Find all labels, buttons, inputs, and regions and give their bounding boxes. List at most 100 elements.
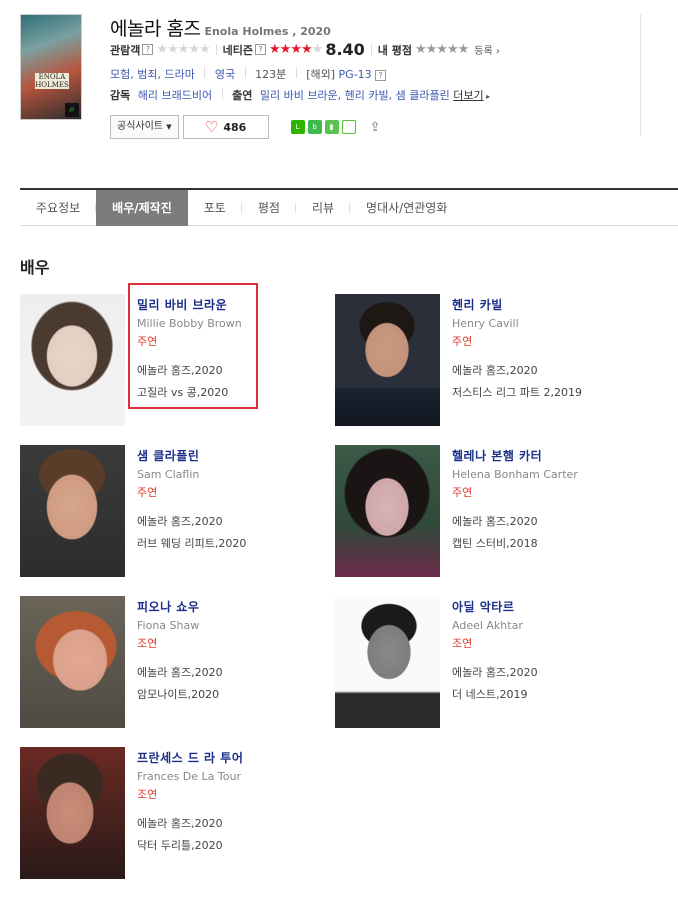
actor-role: 조연 [452,637,473,650]
zoom-icon[interactable]: ⌕ [65,103,79,117]
actor-role: 조연 [137,788,158,801]
band-share-icon[interactable]: b [307,120,322,134]
official-site-button[interactable]: 공식사이트 ▼ [110,115,179,139]
rating-row: 관람객 ? ★★★★★ 네티즌 ? ★★★★★ 8.40 내 평점 ★★★★★ … [110,40,500,59]
actor-name-en: Adeel Akhtar [452,619,523,632]
help-icon[interactable]: ? [142,44,154,55]
actor-name[interactable]: 아딜 악타르 [452,600,514,614]
divider [640,14,641,136]
actor-photo[interactable] [335,596,440,728]
filmography-item[interactable]: 에놀라 홈즈,2020 [137,666,317,679]
filmography-item[interactable]: 에놀라 홈즈,2020 [452,364,632,377]
actor-name[interactable]: 헬레나 본햄 카터 [452,449,542,463]
actor-card: 샘 클라플린 Sam Claflin 주연 에놀라 홈즈,2020 러브 웨딩 … [20,445,320,579]
genre-links[interactable]: 모험, 범죄, 드라마 [110,68,195,81]
age-rating-link[interactable]: PG-13 [339,68,372,81]
register-rating-link[interactable]: 등록 › [474,42,500,57]
tab-photo[interactable]: 포토 [188,190,242,226]
actor-name[interactable]: 피오나 쇼우 [137,600,199,614]
divider [204,67,206,78]
runtime: 123분 [255,68,287,81]
like-button[interactable]: ♡ 486 [182,115,269,139]
filmography-item[interactable]: 더 네스트,2019 [452,688,632,701]
audience-label: 관람객 [110,43,141,57]
movie-title[interactable]: 에놀라 홈즈 [110,18,201,40]
actor-card: 프란세스 드 라 투어 Frances De La Tour 조연 에놀라 홈즈… [20,747,320,881]
my-rating-label: 내 평점 [377,43,412,57]
actor-card: 아딜 악타르 Adeel Akhtar 조연 에놀라 홈즈,2020 더 네스트… [335,596,635,730]
actor-role: 주연 [452,335,473,348]
actor-role: 주연 [452,486,473,499]
tab-rating[interactable]: 평점 [242,190,296,226]
filmography-item[interactable]: 저스티스 리그 파트 2,2019 [452,386,632,399]
filmography-item[interactable]: 닥터 두리틀,2020 [137,839,317,852]
actor-photo[interactable] [335,445,440,577]
actor-name-en: Fiona Shaw [137,619,200,632]
director-link[interactable]: 해리 브래드비어 [138,89,212,102]
tab-main-info[interactable]: 주요정보 [20,190,97,226]
cast-links[interactable]: 밀리 바비 브라운, 헨리 카빌, 샘 클라플린 [260,89,450,102]
netizen-score: 8.40 [325,40,365,59]
bookmark-share-icon[interactable]: ▮ [324,120,339,134]
filmography-item[interactable]: 에놀라 홈즈,2020 [137,817,317,830]
action-row: 공식사이트 ▼ ♡ 486 L b ▮ ⇪ [110,115,380,139]
title-row: 에놀라 홈즈 Enola Holmes , 2020 [110,14,331,41]
actor-name[interactable]: 프란세스 드 라 투어 [137,751,243,765]
actor-photo[interactable] [20,294,125,426]
divider [221,88,223,99]
rating-prefix: [해외] [306,68,336,81]
filmography-item[interactable]: 에놀라 홈즈,2020 [137,515,317,528]
actor-photo[interactable] [20,596,125,728]
country-link[interactable]: 영국 [215,68,235,81]
divider [295,67,297,78]
actor-card: 헨리 카빌 Henry Cavill 주연 에놀라 홈즈,2020 저스티스 리… [335,294,635,428]
netizen-stars: ★★★★★ [269,42,323,57]
actor-name[interactable]: 샘 클라플린 [137,449,199,463]
audience-stars: ★★★★★ [156,42,210,57]
divider [370,44,372,55]
selection-highlight [128,283,258,409]
my-rating-stars[interactable]: ★★★★★ [415,42,469,57]
divider [215,44,217,55]
divider [244,67,246,78]
filmography-item[interactable]: 러브 웨딩 리피트,2020 [137,537,317,550]
share-icon[interactable]: ⇪ [370,120,381,135]
netizen-label: 네티즌 [222,43,254,57]
filmography-item[interactable]: 에놀라 홈즈,2020 [452,515,632,528]
actor-photo[interactable] [20,445,125,577]
movie-header: ENOLA HOLMES ⌕ 에놀라 홈즈 Enola Holmes , 2020… [20,14,660,164]
chevron-down-icon: ▼ [166,123,172,131]
section-title: 배우 [20,258,50,277]
actor-card: 헬레나 본햄 카터 Helena Bonham Carter 주연 에놀라 홈즈… [335,445,635,579]
actor-photo[interactable] [20,747,125,879]
memo-share-icon[interactable] [341,120,356,134]
tab-cast-crew[interactable]: 배우/제작진 [96,190,188,226]
like-count: 486 [223,120,247,134]
movie-poster[interactable]: ENOLA HOLMES ⌕ [20,14,82,120]
help-icon[interactable]: ? [255,44,267,55]
tab-review[interactable]: 리뷰 [296,190,351,226]
tab-bar: 주요정보 배우/제작진 포토 평점 리뷰 명대사/연관영화 [20,188,678,226]
actor-name-en: Henry Cavill [452,317,519,330]
cast-label: 출연 [232,89,253,102]
actor-name-en: Helena Bonham Carter [452,468,578,481]
actor-name-en: Sam Claflin [137,468,200,481]
meta-row: 모험, 범죄, 드라마 영국 123분 [해외] PG-13 ? [110,66,387,82]
filmography-item[interactable]: 캡틴 스터비,2018 [452,537,632,550]
filmography-item[interactable]: 암모나이트,2020 [137,688,317,701]
actor-name[interactable]: 헨리 카빌 [452,298,503,312]
director-label: 감독 [110,89,131,102]
actor-card: 피오나 쇼우 Fiona Shaw 조연 에놀라 홈즈,2020 암모나이트,2… [20,596,320,730]
line-share-icon[interactable]: L [290,120,305,134]
actor-name-en: Frances De La Tour [137,770,241,783]
actor-role: 조연 [137,637,158,650]
poster-title: ENOLA HOLMES [35,73,69,89]
heart-icon: ♡ [204,118,219,136]
actor-role: 주연 [137,486,158,499]
actor-photo[interactable] [335,294,440,426]
filmography-item[interactable]: 에놀라 홈즈,2020 [452,666,632,679]
more-link[interactable]: 더보기 [453,89,483,102]
help-icon[interactable]: ? [375,70,387,81]
credit-row: 감독 해리 브래드비어 출연 밀리 바비 브라운, 헨리 카빌, 샘 클라플린 … [110,88,491,102]
tab-quotes-related[interactable]: 명대사/연관영화 [350,190,463,226]
